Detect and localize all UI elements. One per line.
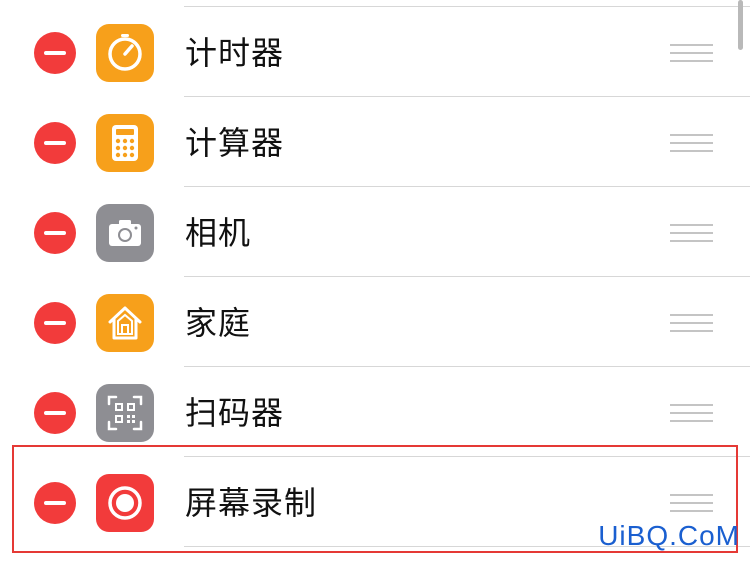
list-item-calculator: 计算器 — [0, 97, 750, 187]
row-label: 计算器 — [185, 124, 285, 162]
reorder-handle[interactable] — [670, 314, 713, 332]
camera-icon — [96, 204, 154, 262]
reorder-handle[interactable] — [670, 404, 713, 422]
list-item-qr-scanner: 扫码器 — [0, 367, 750, 457]
watermark: UiBQ.CoM — [598, 520, 740, 551]
reorder-handle[interactable] — [670, 134, 713, 152]
home-icon — [96, 294, 154, 352]
row-label: 相机 — [185, 214, 252, 252]
scrollbar[interactable] — [738, 0, 743, 50]
remove-button[interactable] — [34, 302, 76, 344]
timer-icon — [96, 24, 154, 82]
remove-button[interactable] — [34, 212, 76, 254]
remove-button[interactable] — [34, 32, 76, 74]
reorder-handle[interactable] — [670, 44, 713, 62]
remove-button[interactable] — [34, 122, 76, 164]
list-item-camera: 相机 — [0, 187, 750, 277]
row-label: 扫码器 — [185, 394, 285, 432]
row-label: 计时器 — [185, 34, 285, 72]
qr-scanner-icon — [96, 384, 154, 442]
reorder-handle[interactable] — [670, 224, 713, 242]
row-label: 家庭 — [185, 304, 252, 342]
list-item-home: 家庭 — [0, 277, 750, 367]
calculator-icon — [96, 114, 154, 172]
remove-button[interactable] — [34, 392, 76, 434]
list-item-timer: 计时器 — [0, 7, 750, 97]
